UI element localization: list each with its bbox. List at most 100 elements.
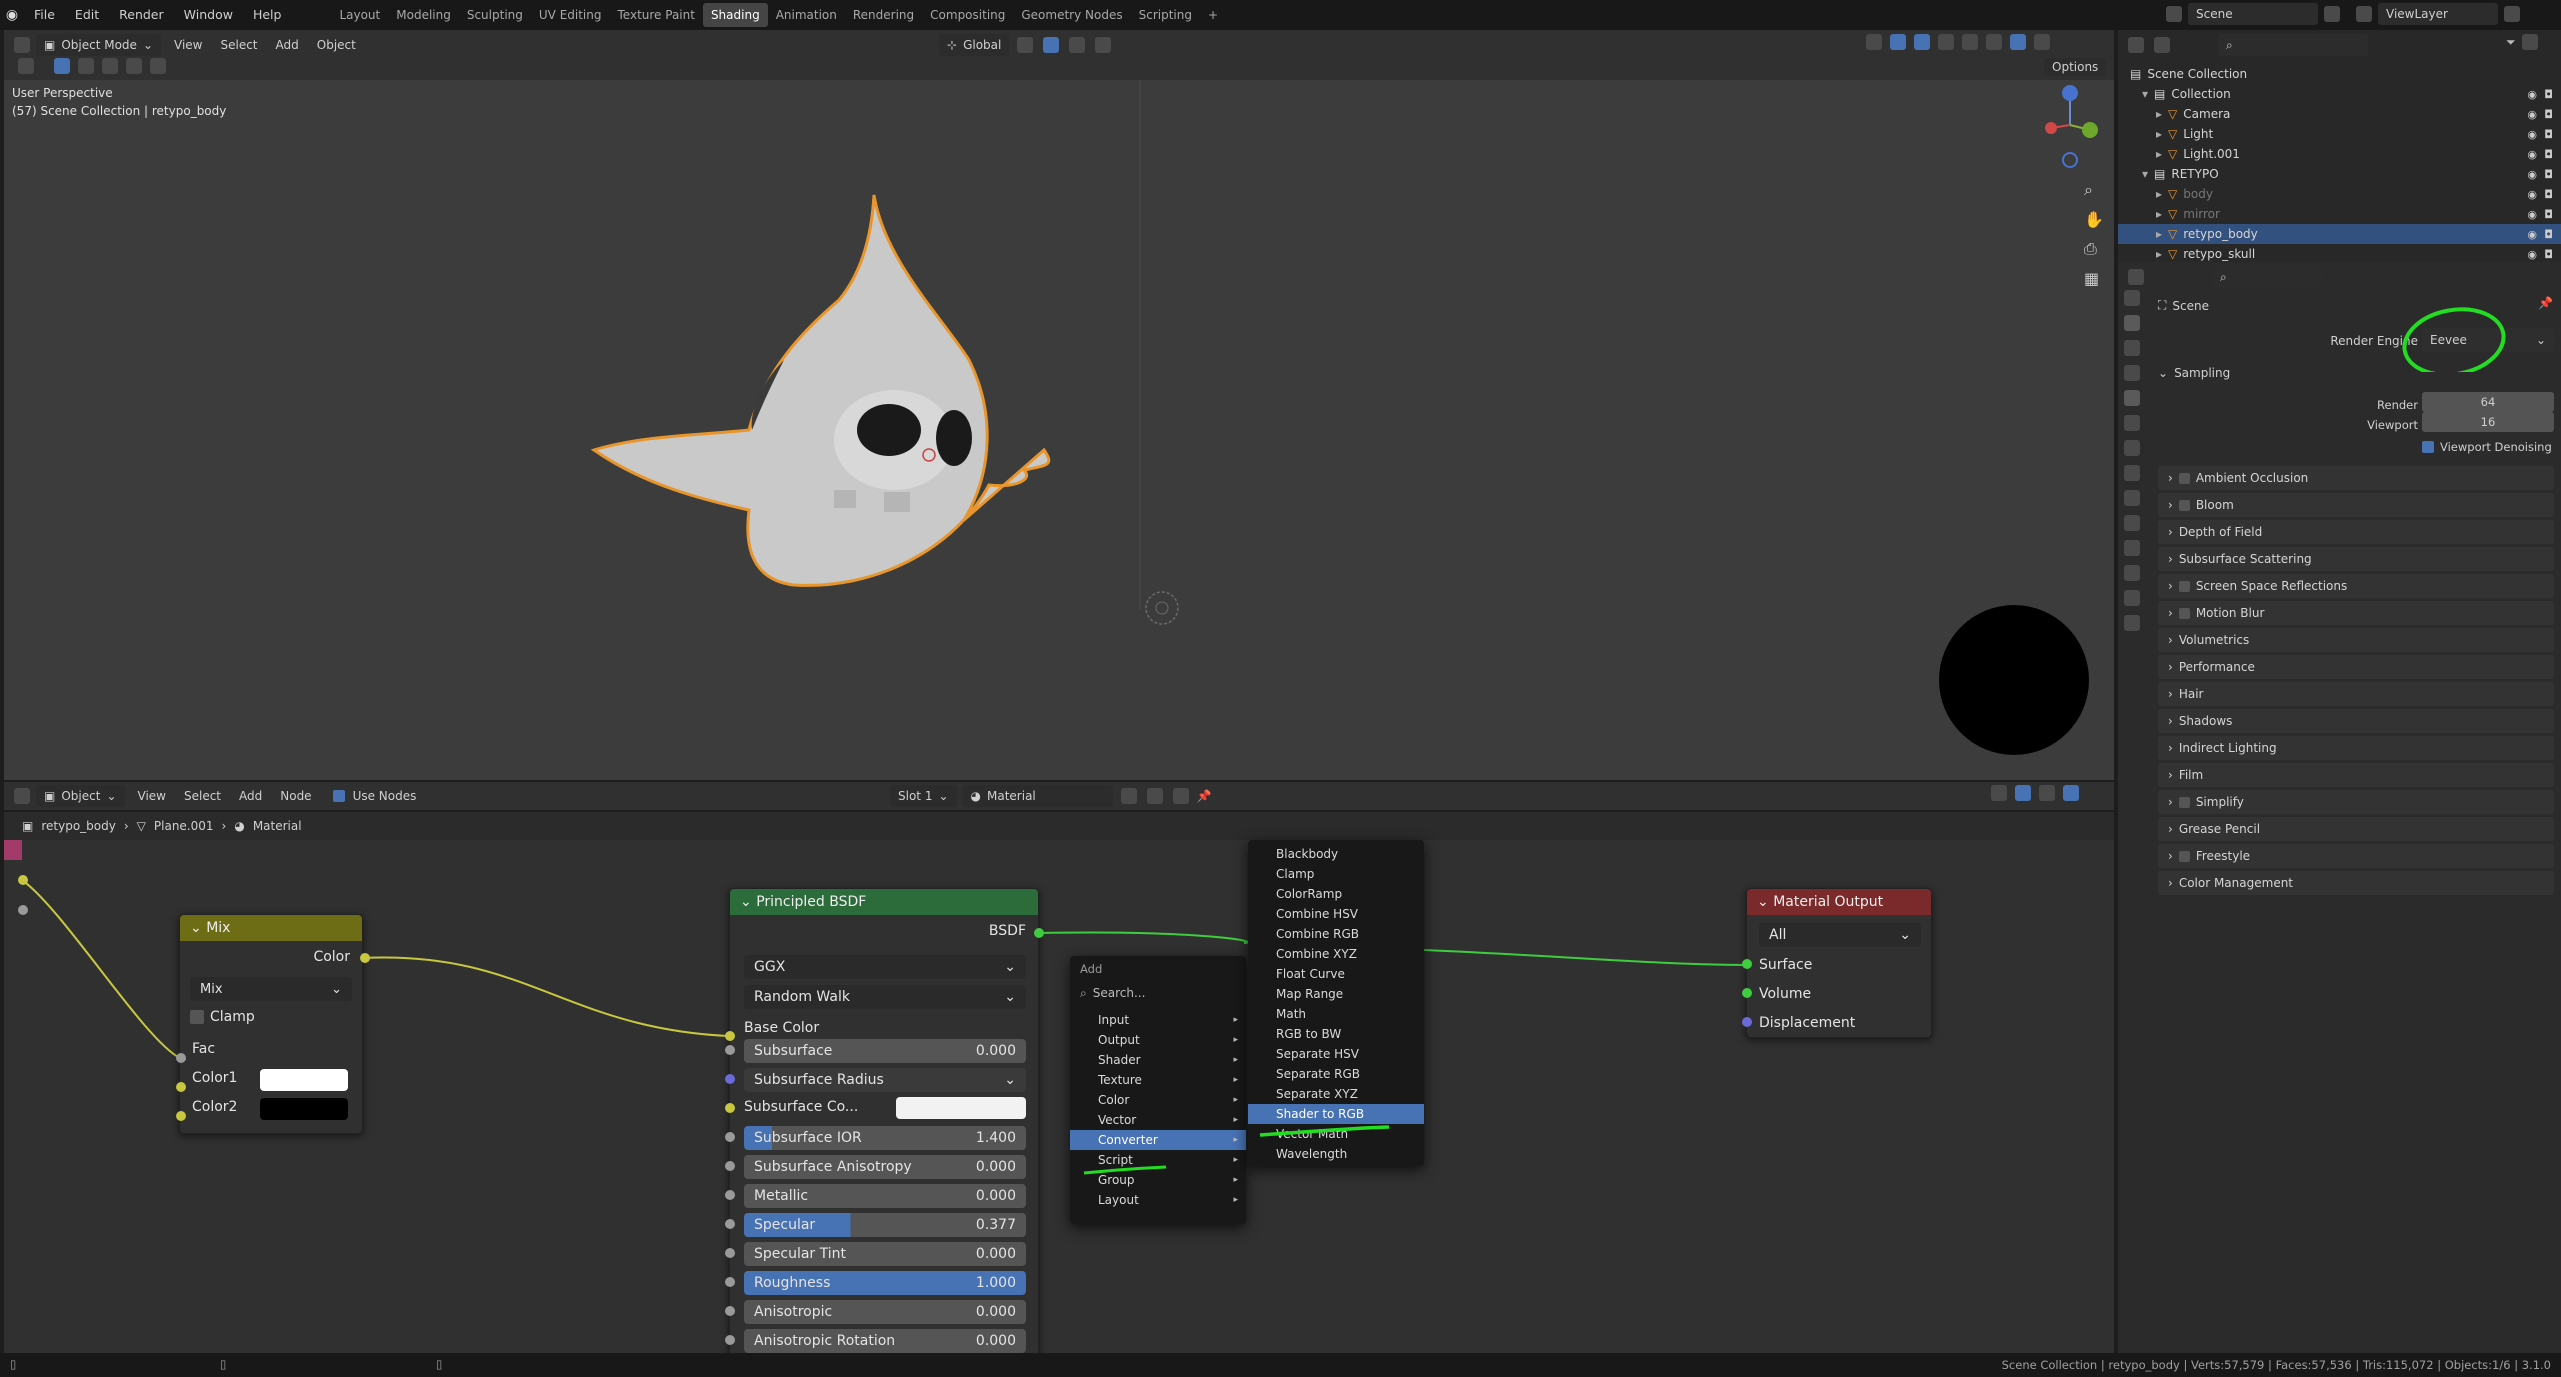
transform-orientation-dropdown[interactable]: ⊹ Global — [939, 34, 1010, 56]
motion-blur-checkbox[interactable] — [2178, 607, 2190, 619]
character-model[interactable] — [590, 194, 1051, 587]
camera-icon[interactable]: ◘ — [2544, 188, 2553, 201]
color1-socket[interactable] — [176, 1082, 186, 1092]
panel-motion-blur[interactable]: › Motion Blur — [2158, 601, 2554, 625]
freestyle-checkbox[interactable] — [2178, 850, 2190, 862]
display-mode-icon[interactable] — [2154, 37, 2170, 53]
bsdf-output-socket[interactable] — [1034, 928, 1044, 938]
navigation-gizmo[interactable] — [2045, 85, 2098, 168]
panel-bloom[interactable]: › Bloom — [2158, 493, 2554, 517]
mode-dropdown[interactable]: ▣ Object Mode ⌄ — [36, 34, 161, 56]
panel-hair[interactable]: › Hair — [2158, 682, 2554, 706]
outliner-root[interactable]: ▤ Scene Collection — [2118, 64, 2561, 84]
prop-specular[interactable]: Specular 0.377 — [744, 1213, 1026, 1237]
denoise-checkbox[interactable] — [2422, 441, 2434, 453]
camera-icon[interactable]: ◘ — [2544, 248, 2553, 261]
subsurface-anisotropy-socket[interactable] — [725, 1161, 735, 1171]
rendered-shading-icon[interactable] — [2034, 34, 2050, 50]
menu-render[interactable]: Render — [109, 0, 174, 30]
anisotropic-rotation-socket[interactable] — [725, 1335, 735, 1345]
expand-arrow-icon[interactable]: ▸ — [2156, 127, 2162, 141]
eye-icon[interactable]: ◉ — [2527, 248, 2537, 261]
viewport-menu-view[interactable]: View — [165, 38, 211, 52]
mix-node-header[interactable]: ⌄ Mix — [180, 915, 362, 941]
viewport-menu-add[interactable]: Add — [267, 38, 308, 52]
data-tab-icon[interactable] — [2124, 565, 2140, 581]
eye-icon[interactable]: ◉ — [2527, 148, 2537, 161]
outliner-item-body[interactable]: ▸ ▽ body ◉ ◘ — [2118, 184, 2561, 204]
eye-icon[interactable]: ◉ — [2527, 168, 2537, 181]
unlink-material-icon[interactable] — [1172, 788, 1189, 804]
tab-layout[interactable]: Layout — [331, 0, 388, 30]
zoom-icon[interactable]: ⌕ — [2084, 180, 2104, 200]
node-menu-add[interactable]: Add — [230, 789, 271, 803]
prop-subsurface-ior[interactable]: Subsurface IOR 1.400 — [744, 1126, 1026, 1150]
panel-volumetrics[interactable]: › Volumetrics — [2158, 628, 2554, 652]
mix-color-output-socket[interactable] — [360, 953, 370, 963]
render-samples-field[interactable]: 64 — [2422, 392, 2554, 412]
panel-depth-of-field[interactable]: › Depth of Field — [2158, 520, 2554, 544]
use-nodes-checkbox[interactable] — [332, 790, 345, 802]
physics-tab-icon[interactable] — [2124, 515, 2140, 531]
prop-roughness[interactable]: Roughness 1.000 — [744, 1271, 1026, 1295]
duplicate-material-icon[interactable] — [1146, 788, 1163, 804]
menu-help[interactable]: Help — [243, 0, 292, 30]
outliner-item-retypo[interactable]: ▾ ▤ RETYPO ◉ ◘ — [2118, 164, 2561, 184]
tab-geometry-nodes[interactable]: Geometry Nodes — [1013, 0, 1130, 30]
tab-modeling[interactable]: Modeling — [388, 0, 459, 30]
menu-edit[interactable]: Edit — [65, 0, 109, 30]
filter-icon[interactable]: ⏷ — [2506, 35, 2516, 50]
subsurface-ior-socket[interactable] — [725, 1132, 735, 1142]
snapping-icon[interactable] — [2015, 785, 2031, 801]
snap-type-icon[interactable] — [2039, 785, 2055, 801]
roughness-socket[interactable] — [725, 1277, 735, 1287]
prop-anisotropic-rotation[interactable]: Anisotropic Rotation 0.000 — [744, 1329, 1026, 1353]
parent-node-icon[interactable] — [1991, 785, 2007, 801]
pan-hand-icon[interactable]: ✋ — [2084, 210, 2104, 229]
select-extend-icon[interactable] — [78, 58, 94, 74]
node-menu-node[interactable]: Node — [271, 789, 320, 803]
pin-icon[interactable]: 📌 — [1197, 789, 1212, 803]
select-tool-icon[interactable] — [18, 58, 34, 74]
proportional-edit-icon[interactable] — [1095, 37, 1112, 53]
prop-subsurface[interactable]: Subsurface 0.000 — [744, 1039, 1026, 1063]
texture-tab-icon[interactable] — [2124, 615, 2140, 631]
expand-arrow-icon[interactable]: ▸ — [2156, 107, 2162, 121]
panel-grease-pencil[interactable]: › Grease Pencil — [2158, 817, 2554, 841]
overlays-icon[interactable] — [2063, 785, 2079, 801]
node-menu-select[interactable]: Select — [175, 789, 230, 803]
select-intersect-icon[interactable] — [150, 58, 166, 74]
panel-performance[interactable]: › Performance — [2158, 655, 2554, 679]
tab-scripting[interactable]: Scripting — [1131, 0, 1200, 30]
offscreen-socket[interactable] — [18, 905, 28, 915]
converter-item-combine-hsv[interactable]: Combine HSV — [1248, 904, 1424, 924]
editor-type-icon[interactable] — [14, 788, 30, 804]
scene-tab-icon[interactable] — [2124, 390, 2140, 406]
world-tab-icon[interactable] — [2124, 415, 2140, 431]
eye-icon[interactable]: ◉ — [2527, 228, 2537, 241]
camera-icon[interactable]: ◘ — [2544, 148, 2553, 161]
snap-target-icon[interactable] — [1069, 37, 1086, 53]
mix-node[interactable]: ⌄ Mix Color Mix ⌄ Clamp Fac Color1 Color2 — [179, 914, 363, 1134]
expand-arrow-icon[interactable]: ▾ — [2142, 87, 2148, 101]
options-dropdown[interactable]: Options — [2044, 58, 2107, 76]
menu-window[interactable]: Window — [174, 0, 243, 30]
panel-ambient-occlusion[interactable]: › Ambient Occlusion — [2158, 466, 2554, 490]
node-menu-view[interactable]: View — [129, 789, 175, 803]
distribution-dropdown[interactable]: GGX ⌄ — [744, 955, 1026, 979]
slot-dropdown[interactable]: Slot 1 ⌄ — [890, 785, 957, 807]
shader-type-dropdown[interactable]: ▣ Object ⌄ — [36, 785, 125, 807]
specular-tint-socket[interactable] — [725, 1248, 735, 1258]
tab-compositing[interactable]: Compositing — [922, 0, 1013, 30]
add-menu-input[interactable]: Input ▸ — [1070, 1010, 1246, 1030]
3d-viewport[interactable]: ⌕ ✋ ⎙ ▦ — [4, 30, 2114, 780]
camera-icon[interactable]: ◘ — [2544, 228, 2553, 241]
output-node-header[interactable]: ⌄ Material Output — [1747, 889, 1931, 915]
view-layer-name[interactable]: ViewLayer — [2386, 7, 2448, 21]
constraints-tab-icon[interactable] — [2124, 540, 2140, 556]
collapse-icon[interactable]: ⌄ — [1757, 894, 1773, 910]
converter-item-combine-rgb[interactable]: Combine RGB — [1248, 924, 1424, 944]
camera-icon[interactable]: ◘ — [2544, 108, 2553, 121]
tab-uv-editing[interactable]: UV Editing — [531, 0, 610, 30]
add-menu-group[interactable]: Group ▸ — [1070, 1170, 1246, 1190]
